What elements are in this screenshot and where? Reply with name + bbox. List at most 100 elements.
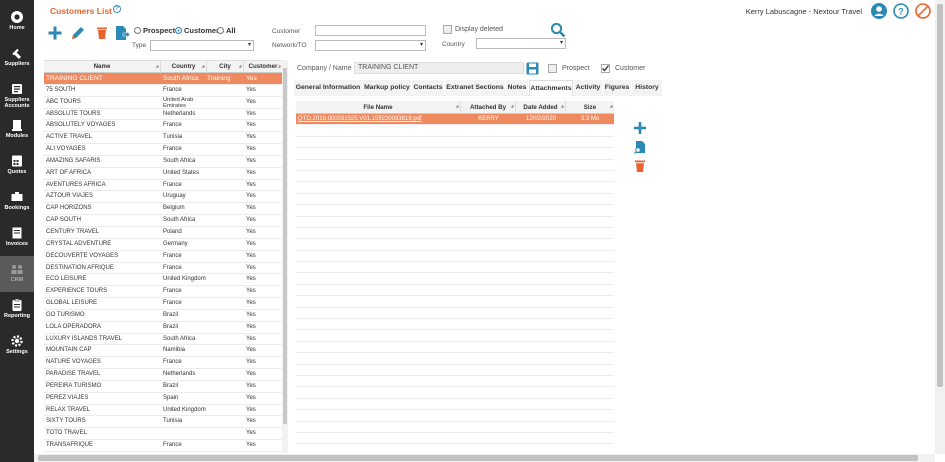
table-row[interactable]: AZTOUR VIAJES Uruguay Yes xyxy=(44,191,282,204)
customer-checkbox[interactable] xyxy=(601,64,610,73)
table-row[interactable]: ECO LEISURE United Kingdom Yes xyxy=(44,274,282,287)
table-row[interactable]: ABC TOURS United Arab Emirates Yes xyxy=(44,97,282,109)
table-row[interactable]: SIXTY TOURS Tunisia Yes xyxy=(44,416,282,429)
edit-icon[interactable] xyxy=(70,25,86,41)
nav-settings[interactable]: Settings xyxy=(0,328,34,364)
customer-filter-input[interactable] xyxy=(315,25,426,36)
network-select[interactable] xyxy=(315,40,426,51)
table-row[interactable]: ALI VOYAGES France Yes xyxy=(44,144,282,156)
tab-extranet-sections[interactable]: Extranet Sections xyxy=(445,80,505,96)
radio-prospect[interactable]: Prospect xyxy=(134,26,175,35)
delete-icon[interactable] xyxy=(94,25,110,41)
attachment-file-link[interactable]: QTO.2018.000031525.V01.159220093819.pdf xyxy=(298,114,460,125)
add-attachment-icon[interactable] xyxy=(633,121,647,135)
table-row[interactable]: MOUNTAIN CAP Namibia Yes xyxy=(44,345,282,358)
radio-customer-indicator[interactable] xyxy=(175,27,182,34)
attachment-row[interactable]: QTO.2018.000031525.V01.159220093819.pdf K… xyxy=(296,114,614,126)
radio-all[interactable]: All xyxy=(217,26,236,35)
table-row[interactable]: RELAX TRAVEL United Kingdom Yes xyxy=(44,405,282,417)
logout-icon[interactable] xyxy=(915,3,931,19)
table-row[interactable]: LUXURY ISLANDS TRAVEL South Africa Yes xyxy=(44,334,282,346)
prospect-checkbox[interactable] xyxy=(548,64,557,73)
table-row[interactable]: AMAZING SAFARIS South Africa Yes xyxy=(44,156,282,168)
col-date-added-header[interactable]: Date Added ⌕ xyxy=(516,101,566,114)
table-row[interactable]: ABSOLUTELY VOYAGES France Yes xyxy=(44,120,282,133)
col-size-header[interactable]: Size ⌕ xyxy=(566,101,614,114)
nav-invoices[interactable]: Invoices xyxy=(0,220,34,256)
col-name-header[interactable]: Name ⌕ xyxy=(44,61,161,73)
save-icon[interactable] xyxy=(526,62,539,75)
user-icon[interactable] xyxy=(871,3,887,19)
radio-prospect-indicator[interactable] xyxy=(134,27,141,34)
col-file-name-search-icon[interactable]: ⌕ xyxy=(456,101,459,114)
col-city-header[interactable]: City ⌕ xyxy=(207,61,244,73)
customer-list-scrollbar[interactable] xyxy=(282,60,288,453)
table-row[interactable]: CAP HORIZONS Belgium Yes xyxy=(44,203,282,216)
title-help-icon[interactable]: ? xyxy=(113,5,121,13)
tab-general-information[interactable]: General Information xyxy=(294,80,362,96)
horizontal-scrollbar[interactable] xyxy=(34,454,935,462)
tab-figures[interactable]: Figures xyxy=(603,80,631,96)
help-icon[interactable]: ? xyxy=(893,3,909,19)
nav-bookings[interactable]: Bookings xyxy=(0,184,34,220)
radio-all-indicator[interactable] xyxy=(217,27,224,34)
col-customer-search-icon[interactable]: ⌕ xyxy=(278,61,281,73)
table-row[interactable]: PARADISE TRAVEL Netherlands Yes xyxy=(44,369,282,381)
nav-modules[interactable]: Modules xyxy=(0,112,34,148)
search-icon[interactable] xyxy=(550,22,566,38)
nav-suppliers[interactable]: Suppliers xyxy=(0,40,34,76)
radio-customer[interactable]: Customer xyxy=(175,26,219,35)
table-row[interactable]: PEREZ VIAJES Spain Yes xyxy=(44,393,282,405)
page-scroll-thumb[interactable] xyxy=(937,4,943,387)
view-attachment-icon[interactable] xyxy=(633,140,647,154)
type-select[interactable] xyxy=(150,40,254,51)
table-row[interactable]: EXPERIENCE TOURS France Yes xyxy=(44,286,282,299)
table-row[interactable]: GLOBAL LEISURE France Yes xyxy=(44,298,282,310)
nav-crm[interactable]: CRM xyxy=(0,256,34,292)
table-row[interactable]: LOLA OPERADORA Brazil Yes xyxy=(44,322,282,334)
table-row[interactable]: TRAINING CLIENT South Africa Training Yes xyxy=(44,73,282,85)
table-row[interactable]: PEREIRA TURISMO Brazil Yes xyxy=(44,381,282,393)
col-country-search-icon[interactable]: ⌕ xyxy=(202,61,205,73)
col-attached-by-header[interactable]: Attached By ⌕ xyxy=(461,101,516,114)
col-name-search-icon[interactable]: ⌕ xyxy=(156,61,159,73)
customer-list-scroll-thumb[interactable] xyxy=(283,68,287,424)
table-row[interactable]: AVENTURES AFRICA France Yes xyxy=(44,180,282,192)
col-file-name-header[interactable]: File Name ⌕ xyxy=(296,101,461,114)
display-deleted-checkbox[interactable] xyxy=(443,25,452,34)
tab-activity[interactable]: Activity xyxy=(574,80,602,96)
delete-attachment-icon[interactable] xyxy=(633,159,647,173)
horizontal-scroll-thumb[interactable] xyxy=(38,455,918,461)
tab-notes[interactable]: Notes xyxy=(506,80,528,96)
tab-contacts[interactable]: Contacts xyxy=(412,80,444,96)
tab-attachments[interactable]: Attachments xyxy=(529,80,573,96)
table-row[interactable]: ABSOLUTE TOURS Netherlands Yes xyxy=(44,109,282,121)
page-scrollbar[interactable] xyxy=(935,0,945,454)
table-row[interactable]: DECOUVERTE VOYAGES France Yes xyxy=(44,251,282,263)
col-size-search-icon[interactable]: ⌕ xyxy=(610,101,613,114)
nav-home[interactable]: Home xyxy=(0,4,34,40)
table-row[interactable]: NATURE VOYAGES France Yes xyxy=(44,357,282,370)
nav-reporting[interactable]: Reporting xyxy=(0,292,34,328)
table-row[interactable]: CAP SOUTH South Africa Yes xyxy=(44,215,282,227)
table-row[interactable]: ACTIVE TRAVEL Tunisia Yes xyxy=(44,132,282,145)
table-row[interactable]: GO TURISMO Brazil Yes xyxy=(44,310,282,322)
add-icon[interactable] xyxy=(47,25,63,41)
nav-suppliers-accounts[interactable]: Suppliers Accounts xyxy=(0,76,34,112)
table-row[interactable]: DESTINATION AFRIQUE France Yes xyxy=(44,263,282,275)
nav-quotes[interactable]: Quotes xyxy=(0,148,34,184)
table-row[interactable]: CENTURY TRAVEL Poland Yes xyxy=(44,227,282,239)
table-row[interactable]: CRYSTAL ADVENTURE Germany Yes xyxy=(44,239,282,251)
company-name-field[interactable]: TRAINING CLIENT xyxy=(354,62,524,74)
col-customer-header[interactable]: Customer ⌕ xyxy=(244,61,282,73)
tab-markup-policy[interactable]: Markup policy xyxy=(363,80,411,96)
country-select[interactable] xyxy=(476,38,566,49)
export-icon[interactable] xyxy=(114,25,131,41)
table-row[interactable]: ART OF AFRICA United States Yes xyxy=(44,168,282,180)
table-row[interactable]: 75 SOUTH France Yes xyxy=(44,85,282,97)
col-city-search-icon[interactable]: ⌕ xyxy=(239,61,242,73)
col-country-header[interactable]: Country ⌕ xyxy=(161,61,207,73)
table-row[interactable]: TRANSAFRIQUE France Yes xyxy=(44,440,282,452)
col-date-added-search-icon[interactable]: ⌕ xyxy=(561,101,564,114)
col-attached-by-search-icon[interactable]: ⌕ xyxy=(511,101,514,114)
